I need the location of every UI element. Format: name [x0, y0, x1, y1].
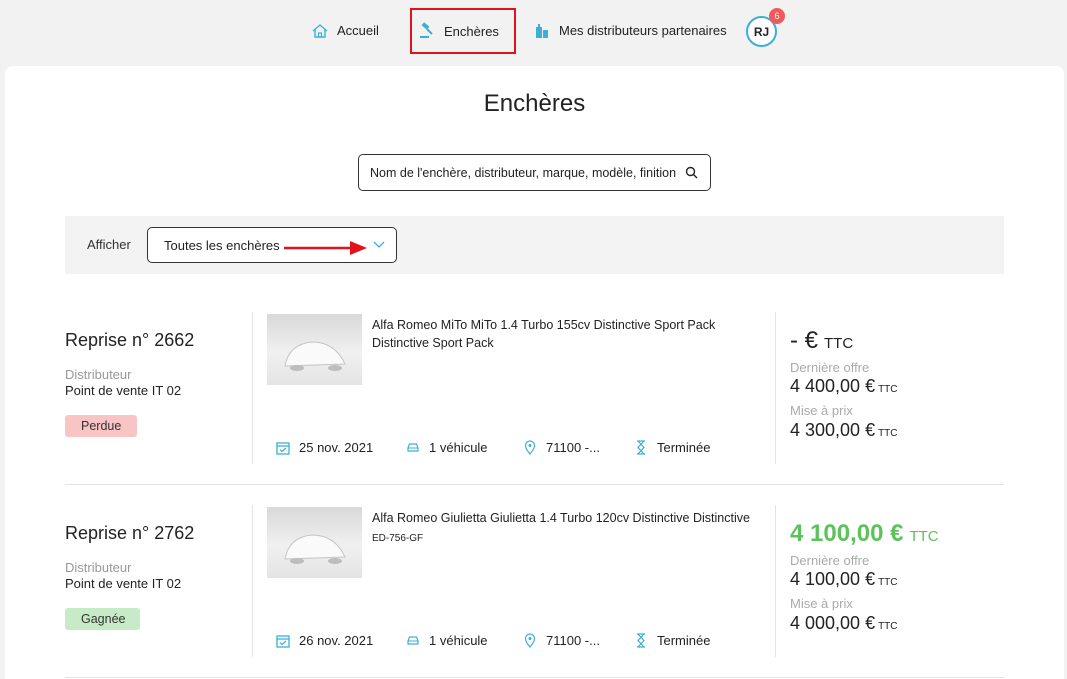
last-offer-label: Dernière offre	[790, 553, 870, 568]
vehicle-name[interactable]: Alfa Romeo Giulietta Giulietta 1.4 Turbo…	[372, 508, 772, 529]
listing-title: Reprise n° 2662	[65, 330, 195, 350]
state-text: Terminée	[657, 632, 711, 648]
start-price-unit: TTC	[878, 428, 898, 439]
filter-bar: Afficher Toutes les enchères	[65, 216, 1004, 274]
car-icon	[407, 635, 419, 645]
distributor-name: Point de vente IT 02	[65, 576, 182, 591]
start-price-value: 4 300,00 € TTC	[790, 420, 898, 441]
filter-label: Afficher	[87, 237, 131, 252]
date-text: 26 nov. 2021	[299, 632, 374, 648]
calendar-icon	[276, 441, 290, 455]
distributor-name: Point de vente IT 02	[65, 383, 182, 398]
vehicle-thumbnail	[267, 507, 362, 578]
vehicle-plate: ED-756-GF	[372, 533, 424, 544]
state-text: Terminée	[657, 439, 711, 455]
nav-item-label: Enchères	[444, 23, 499, 39]
price-value: - €	[790, 327, 819, 354]
location: 71100 -...	[523, 632, 600, 648]
car-icon	[407, 442, 419, 452]
vehicle-count-text: 1 véhicule	[429, 632, 488, 648]
chevron-down-icon	[373, 241, 385, 248]
location: 71100 -...	[523, 439, 600, 455]
status-badge: Gagnée	[65, 608, 140, 630]
distributor-label: Distributeur	[65, 367, 132, 382]
location-pin-icon	[524, 439, 536, 455]
vehicle-count-text: 1 véhicule	[429, 439, 488, 455]
nav-item-label: Accueil	[337, 23, 379, 38]
row-divider	[65, 484, 1004, 485]
listing-title: Reprise n° 2762	[65, 523, 195, 543]
last-offer-amount: 4 400,00 €	[790, 376, 876, 396]
current-price: - € TTC	[790, 327, 853, 355]
calendar-icon	[276, 634, 290, 648]
last-offer-amount: 4 100,00 €	[790, 569, 876, 589]
price-value: 4 100,00 €	[790, 520, 904, 547]
listing-prices: - € TTC Dernière offre 4 400,00 € TTC Mise…	[790, 312, 1004, 464]
buildings-icon	[536, 23, 548, 38]
auction-state: Terminée	[634, 439, 710, 455]
vehicle-count: 1 véhicule	[406, 632, 488, 648]
location-pin-icon	[524, 632, 536, 648]
auction-date: 25 nov. 2021	[276, 439, 373, 455]
vehicle-count: 1 véhicule	[406, 439, 488, 455]
start-price-amount: 4 000,00 €	[790, 613, 876, 633]
last-offer-unit: TTC	[878, 384, 898, 395]
last-offer-value: 4 100,00 € TTC	[790, 569, 898, 590]
home-icon	[312, 23, 328, 38]
gavel-icon	[420, 22, 433, 38]
nav-item-encheres[interactable]: Enchères	[410, 8, 516, 54]
last-offer-unit: TTC	[878, 577, 898, 588]
price-unit: TTC	[824, 335, 854, 352]
page-title: Enchères	[483, 90, 586, 117]
auction-date: 26 nov. 2021	[276, 632, 373, 648]
listing-info: Reprise n° 2762 Distributeur Point de ve…	[65, 505, 253, 657]
notification-badge: 6	[769, 8, 785, 24]
price-unit: TTC	[909, 528, 939, 545]
current-price: 4 100,00 € TTC	[790, 520, 939, 548]
location-text: 71100 -...	[546, 632, 600, 648]
listing-row[interactable]: Reprise n° 2662 Distributeur Point de ve…	[65, 312, 1004, 472]
top-navigation: Accueil Enchères Mes distributeurs parte…	[0, 0, 1067, 60]
status-badge: Perdue	[65, 415, 137, 437]
listing-row[interactable]: Reprise n° 2762 Distributeur Point de ve…	[65, 505, 1004, 665]
location-text: 71100 -...	[546, 439, 600, 455]
vehicle-thumbnail	[267, 314, 362, 385]
last-offer-value: 4 400,00 € TTC	[790, 376, 898, 397]
row-divider	[65, 677, 1004, 678]
listing-info: Reprise n° 2662 Distributeur Point de ve…	[65, 312, 253, 464]
search-input[interactable]: Nom de l'enchère, distributeur, marque, …	[358, 154, 711, 191]
last-offer-label: Dernière offre	[790, 360, 870, 375]
nav-item-accueil[interactable]: Accueil	[311, 8, 379, 53]
listing-prices: 4 100,00 € TTC Dernière offre 4 100,00 € T…	[790, 505, 1004, 657]
start-price-label: Mise à prix	[790, 403, 853, 418]
search-icon[interactable]	[685, 166, 698, 179]
hourglass-icon	[637, 632, 645, 648]
distributor-label: Distributeur	[65, 560, 132, 575]
nav-item-label: Mes distributeurs partenaires	[559, 23, 727, 38]
search-placeholder: Nom de l'enchère, distributeur, marque, …	[370, 165, 677, 180]
listing-vehicle: Alfa Romeo Giulietta Giulietta 1.4 Turbo…	[254, 505, 776, 657]
listing-vehicle: Alfa Romeo MiTo MiTo 1.4 Turbo 155cv Dis…	[254, 312, 776, 464]
hourglass-icon	[637, 439, 645, 455]
start-price-value: 4 000,00 € TTC	[790, 613, 898, 634]
vehicle-name[interactable]: Alfa Romeo MiTo MiTo 1.4 Turbo 155cv Dis…	[372, 315, 772, 336]
vehicle-subtitle: Distinctive Sport Pack	[372, 336, 494, 350]
auction-state: Terminée	[634, 632, 710, 648]
start-price-amount: 4 300,00 €	[790, 420, 876, 440]
start-price-label: Mise à prix	[790, 596, 853, 611]
date-text: 25 nov. 2021	[299, 439, 374, 455]
nav-item-distributeurs[interactable]: Mes distributeurs partenaires	[533, 8, 727, 53]
annotation-arrow-icon	[284, 241, 367, 255]
start-price-unit: TTC	[878, 621, 898, 632]
filter-select-value: Toutes les enchères	[164, 237, 280, 253]
